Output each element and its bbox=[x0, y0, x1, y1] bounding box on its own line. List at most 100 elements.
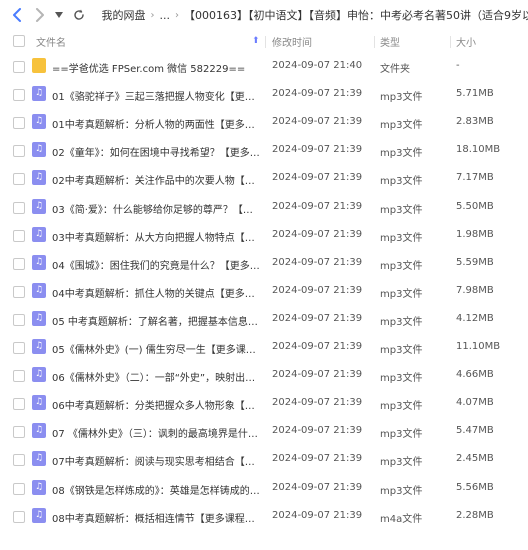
file-size: 2.83MB bbox=[456, 116, 494, 128]
back-button[interactable] bbox=[8, 3, 25, 27]
file-name[interactable]: 03中考真题解析：从大方向把握人物特点【更多课... bbox=[52, 229, 262, 244]
breadcrumb-separator-icon: › bbox=[175, 9, 179, 21]
file-row[interactable]: ♫ 02中考真题解析：关注作品中的次要人物【更多课... 2024-09-07 21… bbox=[0, 164, 528, 192]
file-size: 1.98MB bbox=[456, 228, 494, 240]
row-checkbox[interactable] bbox=[13, 313, 25, 326]
file-type: mp3文件 bbox=[380, 176, 423, 188]
row-checkbox[interactable] bbox=[13, 285, 25, 298]
row-checkbox[interactable] bbox=[13, 173, 25, 186]
select-all-checkbox[interactable] bbox=[13, 35, 25, 47]
file-size: 5.56MB bbox=[456, 481, 494, 493]
file-name[interactable]: 02《童年》：如何在困境中寻找希望？【更多课程... bbox=[52, 144, 262, 159]
file-name[interactable]: 05 中考真题解析：了解名著，把握基本信息【更... bbox=[52, 313, 262, 328]
file-row[interactable]: ♫ 03《简·爱》：什么能够给你足够的尊严？【更多... 2024-09-07 21… bbox=[0, 193, 528, 221]
breadcrumb: 我的网盘 › ... › 【000163】【初中语文】【音频】申怡：中考必考名著… bbox=[102, 7, 528, 23]
row-checkbox[interactable] bbox=[13, 370, 25, 383]
file-name[interactable]: 01中考真题解析：分析人物的两面性【更多课程加... bbox=[52, 116, 262, 131]
file-date: 2024-09-07 21:39 bbox=[272, 397, 363, 409]
row-checkbox[interactable] bbox=[13, 61, 25, 73]
file-size: - bbox=[456, 60, 460, 71]
audio-file-icon: ♫ bbox=[32, 254, 46, 270]
column-divider[interactable] bbox=[265, 36, 266, 48]
audio-file-icon: ♫ bbox=[32, 423, 46, 439]
file-type: mp3文件 bbox=[380, 401, 423, 413]
file-type: mp3文件 bbox=[380, 373, 423, 385]
audio-file-icon: ♫ bbox=[32, 198, 46, 214]
column-divider[interactable] bbox=[374, 36, 375, 48]
file-type: mp3文件 bbox=[380, 92, 423, 104]
row-checkbox[interactable] bbox=[13, 145, 25, 158]
refresh-button[interactable] bbox=[70, 3, 87, 27]
file-row[interactable]: ♫ 01《骆驼祥子》三起三落把握人物变化【更多课程... 2024-09-07 21… bbox=[0, 80, 528, 108]
headphones-icon: ♫ bbox=[34, 284, 44, 295]
column-header-name[interactable]: 文件名 bbox=[36, 34, 66, 49]
file-row[interactable]: ♫ 03中考真题解析：从大方向把握人物特点【更多课... 2024-09-07 21… bbox=[0, 221, 528, 249]
file-name[interactable]: 03《简·爱》：什么能够给你足够的尊严？【更多... bbox=[52, 201, 262, 216]
file-row[interactable]: ♫ 07 《儒林外史》（三）：讽刺的最高境界是什么？... 2024-09-07 2… bbox=[0, 417, 528, 445]
breadcrumb-item-ellipsis[interactable]: ... bbox=[160, 9, 171, 22]
headphones-icon: ♫ bbox=[34, 312, 44, 323]
row-checkbox[interactable] bbox=[13, 201, 25, 214]
row-checkbox[interactable] bbox=[13, 454, 25, 467]
row-checkbox[interactable] bbox=[13, 229, 25, 242]
file-row[interactable]: ♫ 05《儒林外史》(一) 儒生穷尽一生【更多课程加微... 2024-09-07 … bbox=[0, 333, 528, 361]
column-header-date[interactable]: 修改时间 bbox=[272, 34, 312, 49]
row-checkbox[interactable] bbox=[13, 257, 25, 270]
file-name[interactable]: 08《钢铁是怎样炼成的》：英雄是怎样铸成的【更... bbox=[52, 482, 262, 497]
file-date: 2024-09-07 21:39 bbox=[272, 144, 363, 156]
file-row[interactable]: ==学爸优选 FPSer.com 微信 582229== 2024-09-07 2… bbox=[0, 52, 528, 80]
file-name[interactable]: 06中考真题解析：分类把握众多人物形象【更多课... bbox=[52, 397, 262, 412]
row-checkbox[interactable] bbox=[13, 510, 25, 523]
headphones-icon: ♫ bbox=[34, 172, 44, 183]
file-date: 2024-09-07 21:39 bbox=[272, 200, 363, 212]
row-checkbox[interactable] bbox=[13, 342, 25, 354]
file-date: 2024-09-07 21:39 bbox=[272, 341, 363, 352]
file-type: m4a文件 bbox=[380, 513, 423, 525]
column-header-size[interactable]: 大小 bbox=[456, 34, 476, 49]
file-size: 7.98MB bbox=[456, 284, 494, 296]
breadcrumb-item-current: 【000163】【初中语文】【音频】申怡：中考必考名著50讲（适合9岁以... bbox=[184, 9, 528, 22]
headphones-icon: ♫ bbox=[34, 200, 44, 211]
file-row[interactable]: ♫ 04《围城》：困住我们的究竟是什么？【更多课程... 2024-09-07 21… bbox=[0, 249, 528, 277]
breadcrumb-item-root[interactable]: 我的网盘 bbox=[102, 7, 146, 23]
headphones-icon: ♫ bbox=[34, 481, 44, 492]
forward-button[interactable] bbox=[31, 3, 48, 27]
file-name[interactable]: 07 《儒林外史》（三）：讽刺的最高境界是什么？... bbox=[52, 425, 262, 440]
file-row[interactable]: ♫ 01中考真题解析：分析人物的两面性【更多课程加... 2024-09-07 21… bbox=[0, 108, 528, 136]
file-type: 文件夹 bbox=[380, 64, 410, 75]
audio-file-icon: ♫ bbox=[32, 282, 46, 298]
file-list-header: 文件名 ⬆ 修改时间 类型 大小 bbox=[0, 30, 528, 52]
file-name[interactable]: 01《骆驼祥子》三起三落把握人物变化【更多课程... bbox=[52, 88, 262, 103]
row-checkbox[interactable] bbox=[13, 482, 25, 495]
file-type: mp3文件 bbox=[380, 457, 423, 469]
file-date: 2024-09-07 21:39 bbox=[272, 312, 363, 324]
file-size: 5.50MB bbox=[456, 200, 494, 212]
row-checkbox[interactable] bbox=[13, 426, 25, 439]
file-name[interactable]: 05《儒林外史》(一) 儒生穷尽一生【更多课程加微... bbox=[52, 341, 262, 356]
file-name[interactable]: 04中考真题解析：抓住人物的关键点【更多课程加... bbox=[52, 285, 262, 300]
sort-ascending-icon[interactable]: ⬆ bbox=[252, 36, 260, 46]
file-name[interactable]: ==学爸优选 FPSer.com 微信 582229== bbox=[52, 60, 262, 75]
headphones-icon: ♫ bbox=[34, 453, 44, 464]
file-name[interactable]: 02中考真题解析：关注作品中的次要人物【更多课... bbox=[52, 172, 262, 187]
file-row[interactable]: ♫ 06中考真题解析：分类把握众多人物形象【更多课... 2024-09-07 21… bbox=[0, 389, 528, 417]
file-row[interactable]: ♫ 07中考真题解析：阅读与现实思考相结合【更多课... 2024-09-07 21… bbox=[0, 445, 528, 473]
file-row[interactable]: ♫ 04中考真题解析：抓住人物的关键点【更多课程加... 2024-09-07 21… bbox=[0, 277, 528, 305]
column-divider[interactable] bbox=[450, 36, 451, 48]
column-header-type[interactable]: 类型 bbox=[380, 34, 400, 49]
file-row[interactable]: ♫ 05 中考真题解析：了解名著，把握基本信息【更... 2024-09-07 21… bbox=[0, 305, 528, 333]
file-row[interactable]: ♫ 06《儒林外史》（二）：一部“外史”，映射出怎... 2024-09-07 21… bbox=[0, 361, 528, 389]
row-checkbox[interactable] bbox=[13, 89, 25, 102]
audio-file-icon: ♫ bbox=[32, 339, 46, 354]
file-name[interactable]: 06《儒林外史》（二）：一部“外史”，映射出怎... bbox=[52, 369, 262, 384]
row-checkbox[interactable] bbox=[13, 398, 25, 411]
history-dropdown-button[interactable] bbox=[51, 3, 68, 27]
file-row[interactable]: ♫ 08《钢铁是怎样炼成的》：英雄是怎样铸成的【更... 2024-09-07 21… bbox=[0, 474, 528, 502]
caret-down-icon bbox=[55, 12, 64, 18]
file-name[interactable]: 08中考真题解析：概括相连情节【更多课程加微信... bbox=[52, 510, 262, 525]
file-name[interactable]: 07中考真题解析：阅读与现实思考相结合【更多课... bbox=[52, 453, 262, 468]
file-row[interactable]: ♫ 02《童年》：如何在困境中寻找希望？【更多课程... 2024-09-07 21… bbox=[0, 136, 528, 164]
row-checkbox[interactable] bbox=[13, 117, 25, 130]
file-row[interactable]: ♫ 08中考真题解析：概括相连情节【更多课程加微信... 2024-09-07 21… bbox=[0, 502, 528, 530]
file-name[interactable]: 04《围城》：困住我们的究竟是什么？【更多课程... bbox=[52, 257, 262, 272]
